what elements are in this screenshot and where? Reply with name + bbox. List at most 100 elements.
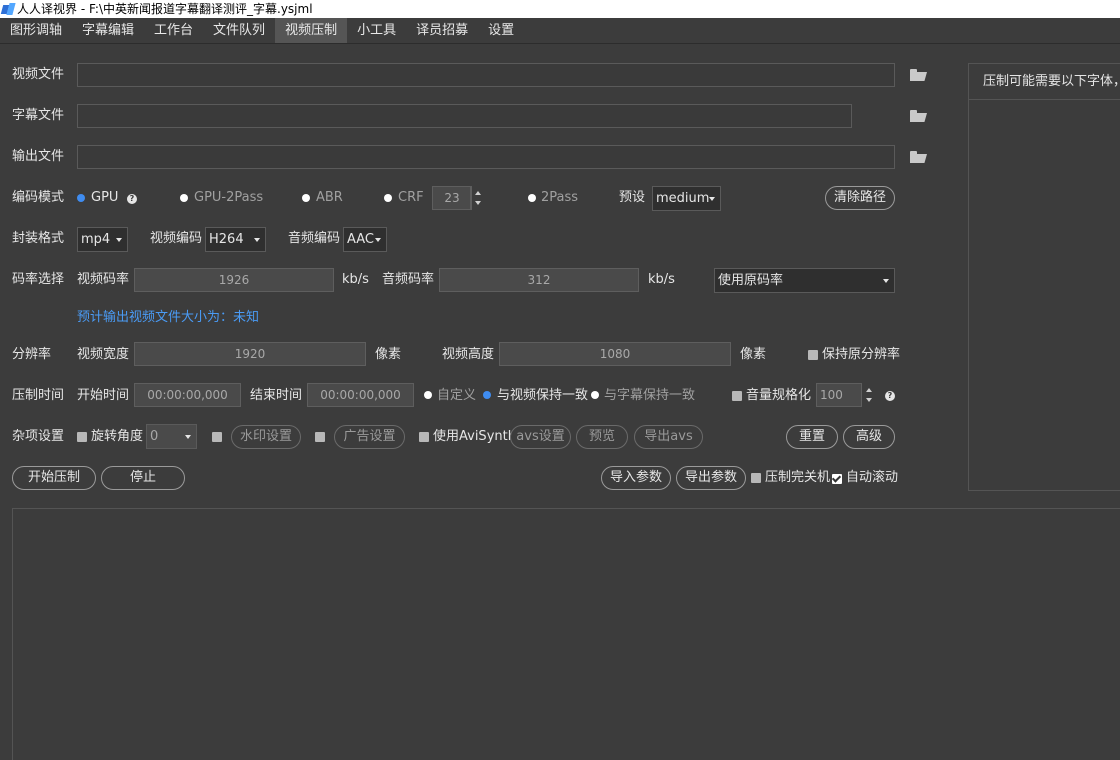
container-value: mp4 [81, 232, 111, 247]
ad-checkbox[interactable] [315, 432, 325, 442]
chevron-down-icon [709, 197, 715, 201]
misc-settings-label: 杂项设置 [12, 429, 65, 444]
title-bar: 人人译视界 - F:\中英新闻报道字幕翻译测评_字幕.ysjml [0, 0, 1120, 18]
width-input[interactable]: 1920 [134, 342, 366, 366]
resolution-label: 分辨率 [12, 347, 52, 362]
watermark-settings-button[interactable]: 水印设置 [231, 425, 301, 449]
radio-abr[interactable] [302, 194, 310, 202]
export-avs-button[interactable]: 导出avs [634, 425, 703, 449]
advanced-button[interactable]: 高级 [843, 425, 895, 449]
video-file-label: 视频文件 [12, 67, 65, 82]
encode-mode-label: 编码模式 [12, 190, 65, 205]
menu-video-encode[interactable]: 视频压制 [275, 18, 348, 43]
menu-settings[interactable]: 设置 [478, 18, 524, 43]
menu-graphic-timeline[interactable]: 图形调轴 [0, 18, 72, 43]
crf-spinner[interactable] [470, 186, 484, 210]
start-time-label: 开始时间 [77, 388, 130, 403]
output-file-label: 输出文件 [12, 149, 65, 164]
audio-bitrate-input[interactable]: 312 [439, 268, 639, 292]
menu-file-queue[interactable]: 文件队列 [203, 18, 275, 43]
avs-settings-button[interactable]: avs设置 [510, 425, 571, 449]
preview-button[interactable]: 预览 [576, 425, 628, 449]
normalize-volume-label: 音量规格化 [746, 388, 812, 403]
autoscroll-label: 自动滚动 [846, 470, 899, 485]
video-bitrate-unit: kb/s [342, 272, 369, 287]
radio-2pass[interactable] [528, 194, 536, 202]
export-params-button[interactable]: 导出参数 [676, 466, 746, 490]
window-title: 人人译视界 - F:\中英新闻报道字幕翻译测评_字幕.ysjml [17, 2, 313, 16]
menu-subtitle-edit[interactable]: 字幕编辑 [72, 18, 144, 43]
start-time-input[interactable]: 00:00:00,000 [134, 383, 241, 407]
normalize-volume-input[interactable]: 100 [816, 383, 862, 407]
video-codec-select[interactable]: H264 [205, 227, 266, 252]
output-file-input[interactable] [77, 145, 895, 169]
menu-workbench[interactable]: 工作台 [144, 18, 203, 43]
clear-paths-button[interactable]: 清除路径 [825, 186, 895, 210]
end-time-label: 结束时间 [250, 388, 303, 403]
container-label: 封装格式 [12, 231, 65, 246]
start-encode-button[interactable]: 开始压制 [12, 466, 96, 490]
subtitle-file-label: 字幕文件 [12, 108, 65, 123]
radio-2pass-label: 2Pass [541, 190, 579, 205]
video-bitrate-input[interactable]: 1926 [134, 268, 334, 292]
encode-time-label: 压制时间 [12, 388, 65, 403]
menu-recruit[interactable]: 译员招募 [406, 18, 478, 43]
chevron-down-icon [883, 279, 889, 283]
audio-codec-select[interactable]: AAC [343, 227, 387, 252]
radio-gpu-2pass-label: GPU-2Pass [194, 190, 264, 205]
container-select[interactable]: mp4 [77, 227, 128, 252]
radio-custom-time[interactable] [424, 391, 432, 399]
rotate-checkbox[interactable] [77, 432, 87, 442]
menu-tools[interactable]: 小工具 [347, 18, 406, 43]
height-input[interactable]: 1080 [499, 342, 731, 366]
avisynth-checkbox[interactable] [419, 432, 429, 442]
video-codec-value: H264 [209, 232, 244, 247]
width-label: 视频宽度 [77, 347, 130, 362]
rotate-select[interactable]: 0 [146, 424, 197, 449]
open-video-folder-icon[interactable] [910, 69, 928, 81]
open-subtitle-folder-icon[interactable] [910, 110, 928, 122]
radio-custom-time-label: 自定义 [437, 388, 477, 403]
crf-value-field[interactable]: 23 [432, 186, 472, 210]
video-file-input[interactable] [77, 63, 895, 87]
audio-codec-label: 音频编码 [288, 231, 341, 246]
watermark-checkbox[interactable] [212, 432, 222, 442]
stop-button[interactable]: 停止 [101, 466, 185, 490]
radio-gpu[interactable] [77, 194, 85, 202]
subtitle-file-input[interactable] [77, 104, 852, 128]
normalize-volume-checkbox[interactable] [732, 391, 742, 401]
radio-crf-label: CRF [398, 190, 424, 205]
fonts-panel-header: 压制可能需要以下字体，请 [969, 64, 1120, 100]
help-icon[interactable]: ? [127, 194, 137, 204]
video-bitrate-label: 视频码率 [77, 272, 130, 287]
chevron-down-icon [375, 238, 381, 242]
radio-crf[interactable] [384, 194, 392, 202]
menu-bar: 图形调轴 字幕编辑 工作台 文件队列 视频压制 小工具 译员招募 设置 [0, 18, 1120, 44]
radio-gpu-2pass[interactable] [180, 194, 188, 202]
width-unit: 像素 [375, 347, 402, 362]
chevron-down-icon [185, 435, 191, 439]
open-output-folder-icon[interactable] [910, 151, 928, 163]
bitrate-mode-value: 使用原码率 [718, 273, 784, 288]
end-time-input[interactable]: 00:00:00,000 [307, 383, 414, 407]
log-output-area[interactable] [12, 508, 1120, 760]
reset-button[interactable]: 重置 [786, 425, 838, 449]
keep-resolution-label: 保持原分辨率 [822, 347, 901, 362]
chevron-down-icon [116, 238, 122, 242]
app-logo-icon [0, 3, 16, 15]
shutdown-checkbox[interactable] [751, 473, 761, 483]
chevron-down-icon [254, 238, 260, 242]
ad-settings-button[interactable]: 广告设置 [334, 425, 405, 449]
radio-match-video[interactable] [483, 391, 491, 399]
rotate-value: 0 [150, 429, 159, 444]
keep-resolution-checkbox[interactable] [808, 350, 818, 360]
avisynth-label: 使用AviSynth [433, 429, 516, 444]
normalize-spinner[interactable] [861, 383, 875, 407]
help-icon[interactable]: ? [885, 391, 895, 401]
preset-select[interactable]: medium [652, 186, 721, 211]
autoscroll-checkbox[interactable] [832, 474, 842, 484]
bitrate-mode-select[interactable]: 使用原码率 [714, 268, 895, 293]
radio-match-subtitle[interactable] [591, 391, 599, 399]
import-params-button[interactable]: 导入参数 [601, 466, 671, 490]
radio-abr-label: ABR [316, 190, 343, 205]
